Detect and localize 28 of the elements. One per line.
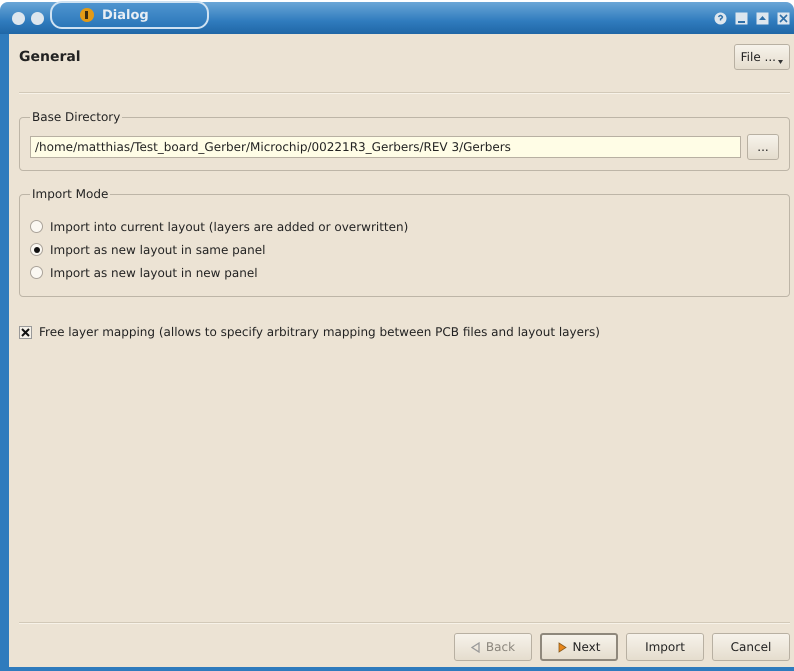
radio-label[interactable]: Import into current layout (layers are added or overwritten) [50, 220, 408, 234]
group-title: Import Mode [31, 187, 110, 201]
radio-button[interactable] [30, 243, 43, 256]
dialog-button[interactable]: Cancel [712, 633, 790, 661]
checkbox[interactable] [19, 326, 32, 338]
next-arrow-icon [558, 642, 567, 652]
minimize-icon[interactable] [735, 12, 748, 24]
radio-label[interactable]: Import as new layout in same panel [50, 242, 266, 256]
radio-button[interactable] [30, 266, 43, 279]
caret-icon [778, 60, 783, 64]
next-button[interactable]: Next [540, 633, 618, 661]
back-arrow-icon [470, 642, 480, 652]
maximize-icon[interactable] [756, 12, 769, 24]
help-icon[interactable] [714, 12, 727, 24]
window-title: Dialog [102, 8, 149, 22]
path-field[interactable]: /home/matthias/Test_board_Gerber/Microchip/00221R3_Gerbers/REV 3/Gerbers [30, 136, 741, 158]
radio-label[interactable]: Import as new layout in new panel [50, 266, 258, 280]
checkbox-label[interactable]: Free layer mapping (allows to specify arbitrary mapping between PCB files and layout layers) [39, 325, 600, 339]
group-title: Base Directory [31, 110, 122, 124]
file-menu-button[interactable]: File ... [734, 44, 790, 70]
radio-button[interactable] [30, 220, 43, 233]
app-icon [80, 8, 94, 22]
page-title: General [19, 49, 81, 65]
dialog-button[interactable]: Import [626, 633, 704, 661]
close-icon[interactable] [777, 12, 790, 24]
pin-icon[interactable] [31, 12, 44, 24]
menu-icon[interactable] [12, 12, 25, 24]
browse-button[interactable]: ... [747, 134, 779, 160]
